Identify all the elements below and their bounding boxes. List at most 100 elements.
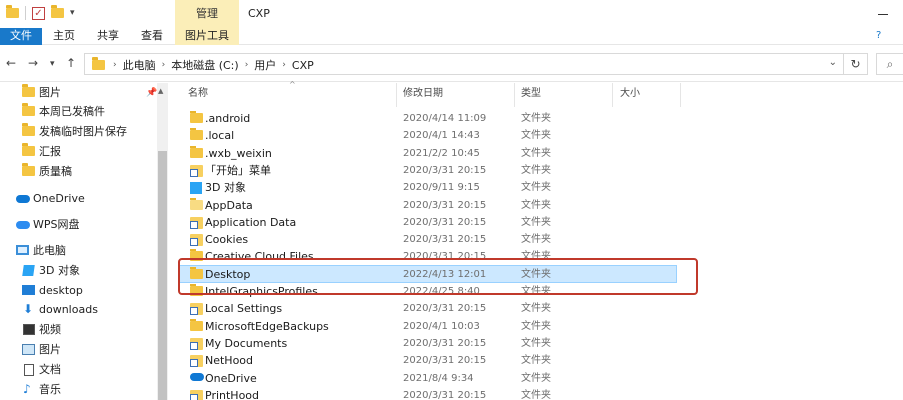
file-name: OneDrive (205, 372, 257, 385)
sidebar-item-quality[interactable]: 质量稿 (0, 162, 158, 181)
chevron-right-icon[interactable]: › (162, 60, 166, 70)
address-bar[interactable]: › 此电脑 › 本地磁盘 (C:) › 用户 › CXP ⌄ (84, 53, 844, 75)
table-row[interactable]: MicrosoftEdgeBackups 2020/4/1 10:03 文件夹 (178, 318, 903, 335)
file-type: 文件夹 (521, 113, 551, 124)
sidebar-item-onedrive[interactable]: OneDrive (0, 189, 158, 208)
table-row[interactable]: .android 2020/4/14 11:09 文件夹 (178, 110, 903, 127)
crumb-cxp[interactable]: CXP (292, 59, 314, 72)
scrollbar-thumb[interactable] (158, 151, 167, 400)
chevron-right-icon[interactable]: › (245, 60, 249, 70)
sidebar-item-temp[interactable]: 发稿临时图片保存 (0, 122, 158, 141)
sidebar-item-label: 3D 对象 (39, 264, 80, 277)
shortcut-folder-icon (190, 303, 203, 315)
file-name: .android (205, 112, 251, 125)
file-date: 2020/3/31 20:15 (403, 303, 487, 314)
table-row[interactable]: .local 2020/4/1 14:43 文件夹 (178, 127, 903, 144)
crumb-local-disk[interactable]: 本地磁盘 (C:) (171, 57, 238, 73)
sidebar-item-documents[interactable]: 文档 (0, 360, 158, 379)
table-row[interactable]: Application Data 2020/3/31 20:15 文件夹 (178, 214, 903, 231)
context-tab-manage[interactable]: 管理 (175, 0, 239, 28)
customize-toolbar-icon[interactable]: ▾ (70, 8, 75, 18)
crumb-this-pc[interactable]: 此电脑 (123, 57, 156, 73)
table-row[interactable]: AppData 2020/3/31 20:15 文件夹 (178, 197, 903, 214)
table-row[interactable]: PrintHood 2020/3/31 20:15 文件夹 (178, 387, 903, 400)
file-type: 文件夹 (521, 338, 551, 349)
file-type: 文件夹 (521, 355, 551, 366)
column-header-modified[interactable]: 修改日期 (403, 83, 443, 107)
forward-arrow-icon[interactable]: → (28, 56, 38, 70)
file-name: My Documents (205, 337, 288, 350)
sidebar-item-weekly[interactable]: 本周已发稿件 (0, 102, 158, 121)
chevron-right-icon[interactable]: › (282, 60, 286, 70)
up-arrow-icon[interactable]: ↑ (66, 56, 76, 70)
table-row[interactable]: 3D 对象 2020/9/11 9:15 文件夹 (178, 179, 903, 196)
sidebar-item-wps[interactable]: WPS网盘 (0, 215, 158, 234)
new-folder-icon[interactable] (51, 5, 64, 18)
table-row[interactable]: Local Settings 2020/3/31 20:15 文件夹 (178, 300, 903, 317)
sidebar-item-label: 图片 (39, 343, 61, 356)
column-divider[interactable] (680, 83, 681, 107)
tab-share[interactable]: 共享 (92, 28, 124, 45)
file-date: 2020/3/31 20:15 (403, 355, 487, 366)
file-date: 2021/2/2 10:45 (403, 148, 480, 159)
sidebar-item-desktop[interactable]: desktop (0, 281, 158, 300)
folder-icon (22, 163, 35, 176)
cloud-icon (16, 221, 30, 229)
desktop-icon (22, 285, 35, 295)
folder-icon (190, 146, 203, 158)
sidebar-item-this-pc[interactable]: 此电脑 (0, 241, 158, 260)
file-date: 2020/9/11 9:15 (403, 182, 480, 193)
sidebar-item-pictures-pc[interactable]: 图片 (0, 340, 158, 359)
sidebar-item-music[interactable]: ♪ 音乐 (0, 380, 158, 399)
tab-home[interactable]: 主页 (48, 28, 80, 45)
table-row[interactable]: My Documents 2020/3/31 20:15 文件夹 (178, 335, 903, 352)
back-arrow-icon[interactable]: ← (6, 56, 16, 70)
search-icon[interactable]: ⌕ (876, 53, 903, 75)
column-divider[interactable] (612, 83, 613, 107)
file-date: 2020/3/31 20:15 (403, 338, 487, 349)
shortcut-folder-icon (190, 234, 203, 246)
sidebar-item-label: downloads (39, 303, 98, 316)
table-row[interactable]: .wxb_weixin 2021/2/2 10:45 文件夹 (178, 145, 903, 162)
column-header-size[interactable]: 大小 (620, 83, 640, 107)
minimize-button[interactable] (872, 0, 903, 28)
nav-scrollbar[interactable]: ▲ (157, 83, 168, 400)
table-row[interactable]: Cookies 2020/3/31 20:15 文件夹 (178, 231, 903, 248)
table-row[interactable]: 「开始」菜单 2020/3/31 20:15 文件夹 (178, 162, 903, 179)
sidebar-item-label: WPS网盘 (33, 218, 80, 231)
chevron-right-icon: › (113, 60, 117, 70)
file-type: 文件夹 (521, 148, 551, 159)
pin-icon[interactable]: 📌 (146, 84, 157, 103)
sidebar-item-3d[interactable]: 3D 对象 (0, 261, 158, 280)
sidebar-item-pictures[interactable]: 图片 📌 (0, 83, 158, 102)
tab-file[interactable]: 文件 (0, 28, 42, 45)
chevron-down-icon[interactable]: ⌄ (829, 57, 837, 68)
sidebar-item-label: OneDrive (33, 192, 85, 205)
file-date: 2020/4/1 14:43 (403, 130, 480, 141)
column-divider[interactable] (396, 83, 397, 107)
sidebar-item-report[interactable]: 汇报 (0, 142, 158, 161)
column-header-name[interactable]: 名称 (188, 83, 208, 107)
file-name: Local Settings (205, 302, 283, 315)
scroll-up-icon[interactable]: ▲ (158, 87, 163, 95)
sidebar-item-videos[interactable]: 视频 (0, 320, 158, 339)
column-header-type[interactable]: 类型 (521, 83, 541, 107)
file-date: 2020/3/31 20:15 (403, 217, 487, 228)
folder-icon[interactable] (6, 5, 19, 18)
column-divider[interactable] (514, 83, 515, 107)
help-icon[interactable]: ? (876, 30, 890, 43)
shortcut-folder-icon (190, 355, 203, 367)
file-name: 「开始」菜单 (205, 164, 271, 177)
shortcut-folder-icon (190, 165, 203, 177)
sidebar-item-downloads[interactable]: ⬇ downloads (0, 300, 158, 319)
file-type: 文件夹 (521, 130, 551, 141)
recent-locations-icon[interactable]: ▾ (50, 59, 55, 69)
music-icon: ♪ (23, 382, 31, 396)
table-row[interactable]: OneDrive 2021/8/4 9:34 文件夹 (178, 370, 903, 387)
tab-picture-tools[interactable]: 图片工具 (175, 28, 239, 45)
properties-icon[interactable]: ✓ (32, 6, 45, 20)
refresh-button[interactable]: ↻ (844, 53, 868, 75)
tab-view[interactable]: 查看 (136, 28, 168, 45)
crumb-users[interactable]: 用户 (254, 57, 276, 73)
table-row[interactable]: NetHood 2020/3/31 20:15 文件夹 (178, 352, 903, 369)
